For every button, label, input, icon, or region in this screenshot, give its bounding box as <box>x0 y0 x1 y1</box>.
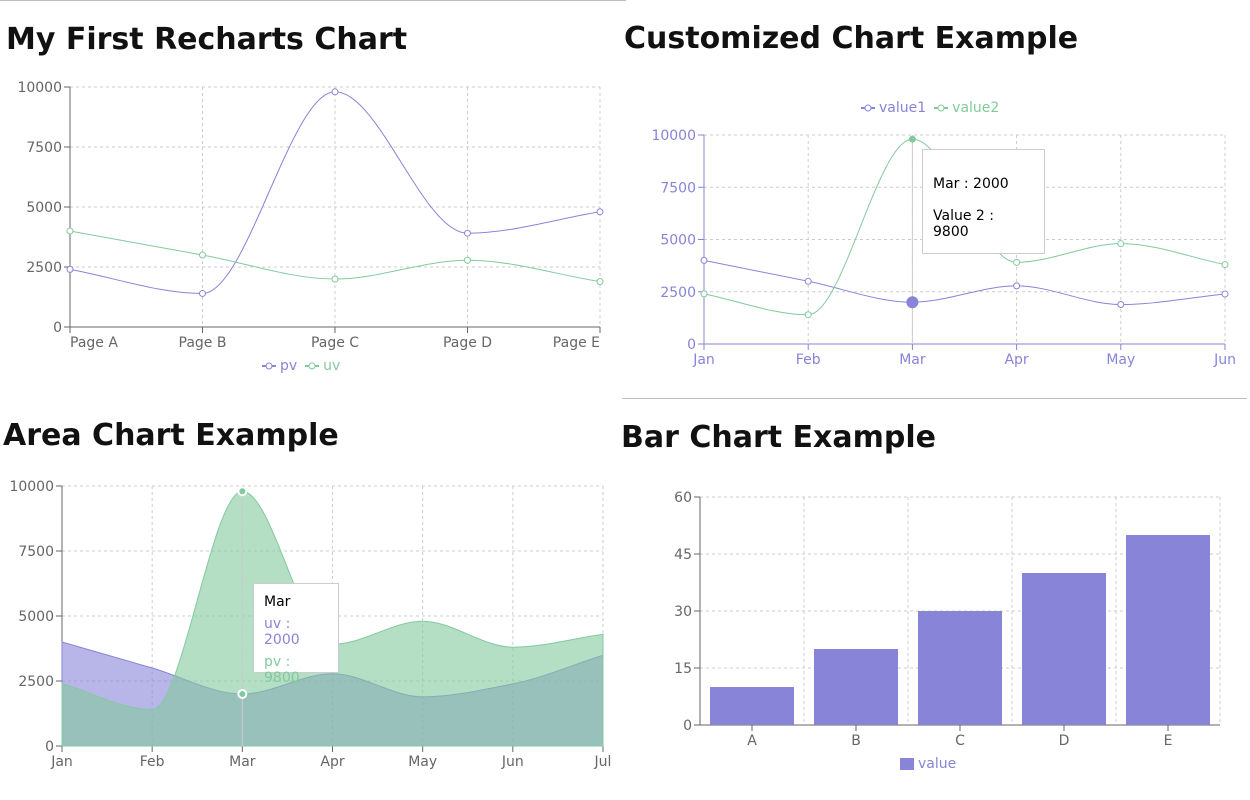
bar-C <box>918 611 1002 725</box>
bar-D <box>1022 573 1106 725</box>
y-tick-label: 60 <box>674 490 692 506</box>
y-tick-label: 15 <box>674 661 692 677</box>
chart4-legend: value <box>896 756 960 775</box>
bar-E <box>1126 535 1210 725</box>
x-tick-label: A <box>747 733 757 749</box>
chart4-svg[interactable]: 0 15 30 45 60 A B C D E <box>0 0 1250 800</box>
y-tick-label: 45 <box>674 547 692 563</box>
bar-B <box>814 649 898 725</box>
x-tick-label: C <box>955 733 965 749</box>
y-tick-label: 30 <box>674 604 692 620</box>
x-tick-label: B <box>851 733 861 749</box>
y-tick-label: 0 <box>683 718 692 734</box>
x-tick-label: D <box>1059 733 1070 749</box>
legend-square-icon <box>900 758 914 770</box>
x-tick-label: E <box>1164 733 1173 749</box>
bar-A <box>710 687 794 725</box>
legend-label: value <box>918 756 957 772</box>
legend-item-value[interactable]: value <box>900 756 956 772</box>
